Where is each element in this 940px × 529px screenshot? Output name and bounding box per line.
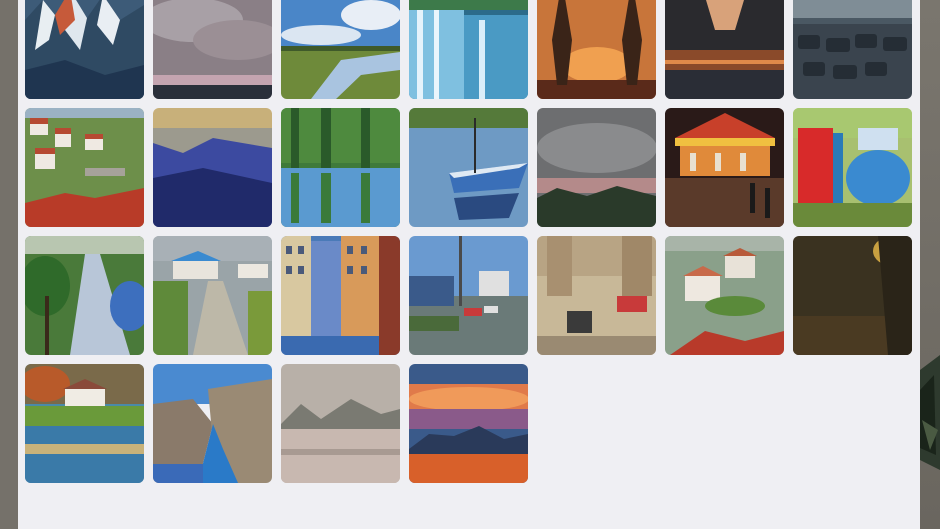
painting-harbor-street[interactable] <box>409 236 528 355</box>
painting-river-landscape[interactable] <box>281 0 400 99</box>
painting-lakeside-house[interactable] <box>25 364 144 483</box>
painting-mountain-peaks[interactable] <box>25 0 144 99</box>
painting-city-buildings[interactable] <box>281 236 400 355</box>
painting-blue-hills[interactable] <box>153 108 272 227</box>
painting-sunset-mountains[interactable] <box>409 364 528 483</box>
painting-carousel[interactable] <box>665 108 784 227</box>
painting-canyon-river[interactable] <box>153 364 272 483</box>
painting-village-rooftops[interactable] <box>665 236 784 355</box>
painting-cloudy-sky[interactable] <box>153 0 272 99</box>
right-edge-decoration <box>920 0 940 529</box>
painting-misty-lake[interactable] <box>281 364 400 483</box>
painting-parking-lot[interactable] <box>793 0 912 99</box>
painting-dark-tunnel[interactable] <box>793 236 912 355</box>
painting-silos[interactable] <box>793 108 912 227</box>
gallery-panel <box>18 0 920 529</box>
painting-street-houses[interactable] <box>153 236 272 355</box>
painting-hillside-village[interactable] <box>25 108 144 227</box>
painting-blue-boat[interactable] <box>409 108 528 227</box>
painting-sunset-pines[interactable] <box>537 0 656 99</box>
painting-green-reflections[interactable] <box>281 108 400 227</box>
painting-gray-dusk[interactable] <box>537 108 656 227</box>
painting-tree-lined-road[interactable] <box>25 236 144 355</box>
painting-city-street-sketch[interactable] <box>537 236 656 355</box>
painting-canyon-sunset[interactable] <box>665 0 784 99</box>
painting-waterfall[interactable] <box>409 0 528 99</box>
